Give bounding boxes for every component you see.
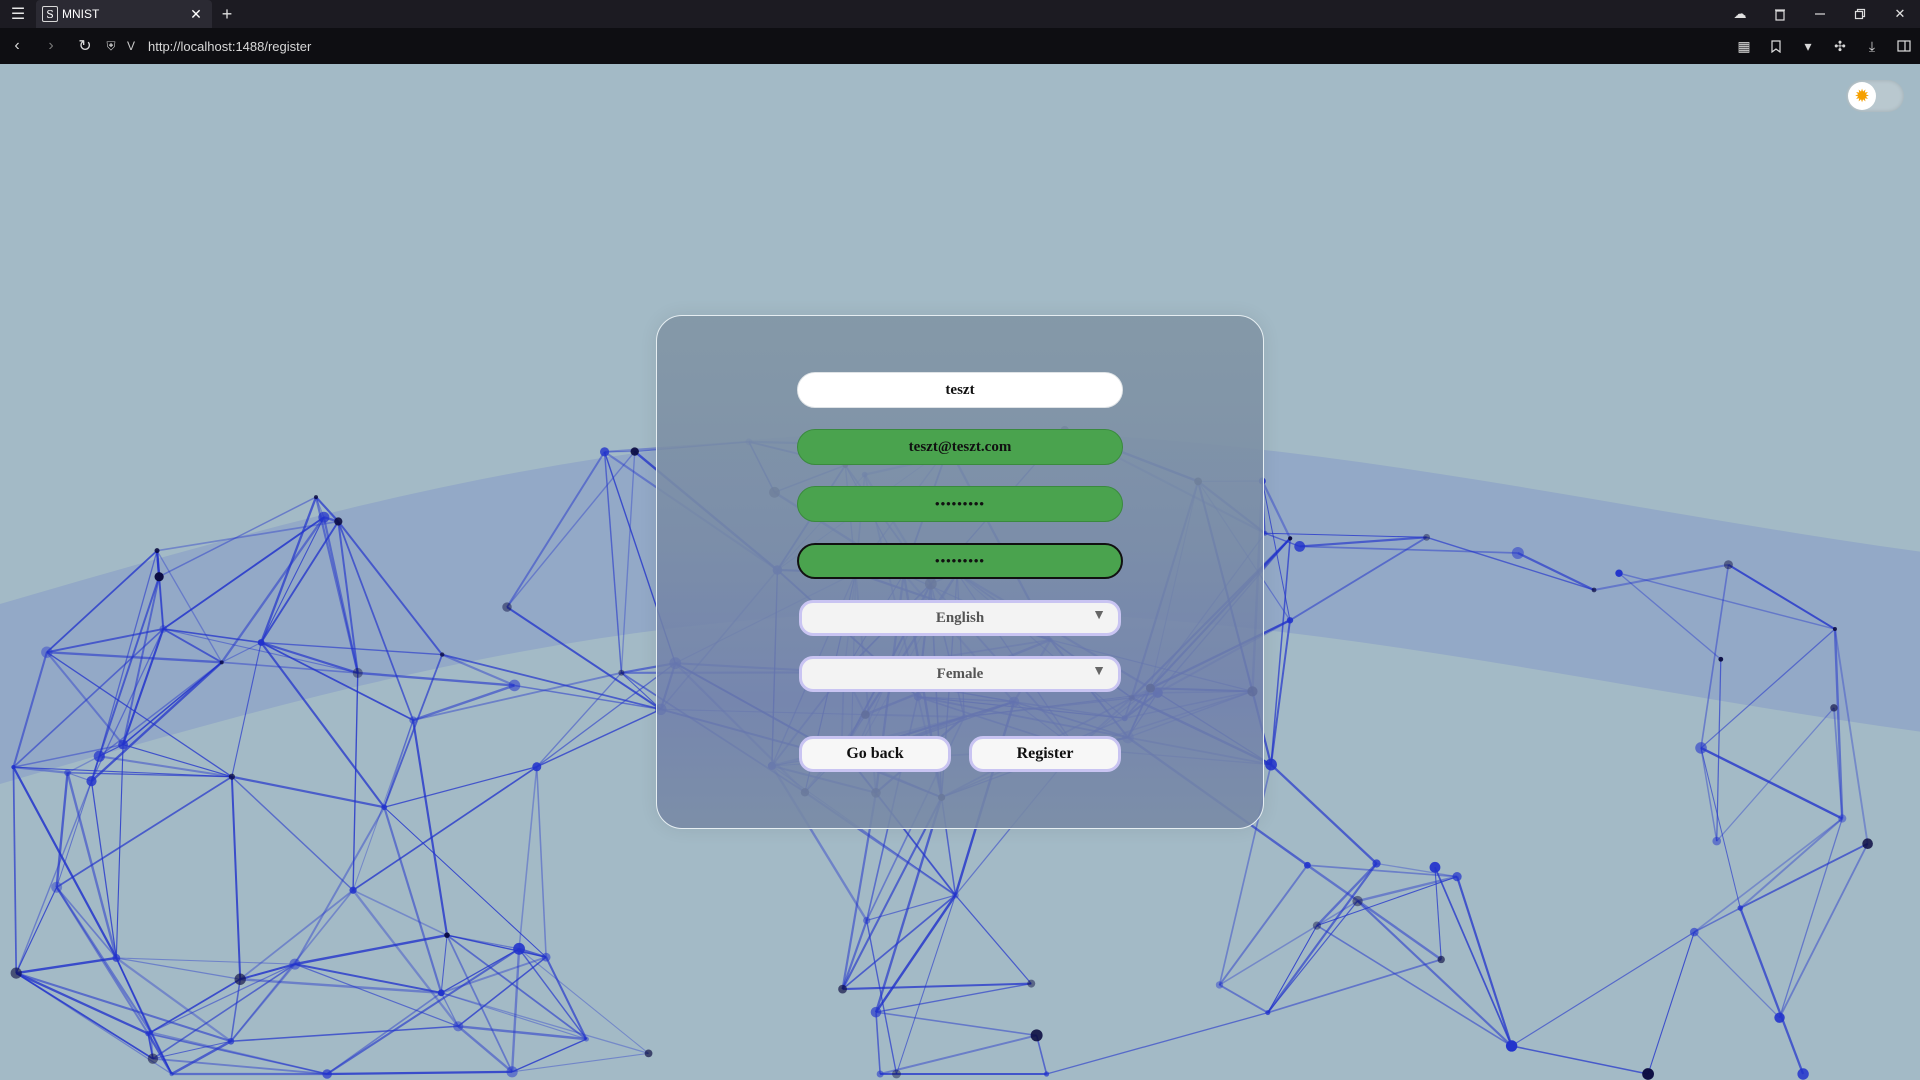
browser-nav-bar: ‹ › ↻ ⛨ V http://localhost:1488/register… bbox=[0, 28, 1920, 64]
email-input[interactable]: teszt@teszt.com bbox=[797, 429, 1123, 465]
reload-icon[interactable]: ↻ bbox=[68, 28, 102, 64]
forward-arrow-icon[interactable]: › bbox=[34, 28, 68, 64]
chevron-down-icon[interactable]: ▾ bbox=[1792, 28, 1824, 64]
register-button[interactable]: Register bbox=[969, 736, 1121, 772]
chevron-down-icon: ▼ bbox=[1092, 664, 1106, 679]
language-value: English bbox=[935, 609, 985, 626]
password-input[interactable]: ••••••••• bbox=[797, 486, 1123, 522]
gender-value: Female bbox=[936, 665, 984, 682]
trash-icon[interactable] bbox=[1760, 0, 1800, 28]
cloud-icon[interactable]: ☁ bbox=[1720, 0, 1760, 28]
address-bar[interactable]: ⛨ V http://localhost:1488/register bbox=[102, 28, 1728, 64]
menu-icon[interactable]: ☰ bbox=[0, 0, 36, 28]
site-favicon-icon: S bbox=[42, 6, 58, 22]
download-icon[interactable]: ⤓ bbox=[1856, 28, 1888, 64]
url-text[interactable]: http://localhost:1488/register bbox=[148, 39, 311, 54]
go-back-button[interactable]: Go back bbox=[799, 736, 951, 772]
theme-toggle[interactable]: ✹ bbox=[1846, 80, 1904, 112]
back-arrow-icon[interactable]: ‹ bbox=[0, 28, 34, 64]
bookmark-icon[interactable] bbox=[1760, 28, 1792, 64]
sidebar-icon[interactable] bbox=[1888, 28, 1920, 64]
register-card: teszt teszt@teszt.com ••••••••• ••••••••… bbox=[656, 315, 1264, 829]
browser-tab[interactable]: S MNIST ✕ bbox=[36, 0, 212, 28]
plus-icon[interactable]: + bbox=[212, 0, 242, 28]
username-input[interactable]: teszt bbox=[797, 372, 1123, 408]
chevron-down-icon: ▼ bbox=[1092, 608, 1106, 623]
tab-title: MNIST bbox=[62, 7, 100, 21]
sun-icon: ✹ bbox=[1848, 82, 1876, 110]
qr-icon[interactable]: ▦ bbox=[1728, 28, 1760, 64]
page: ✹ teszt teszt@teszt.com ••••••••• ••••••… bbox=[0, 64, 1920, 1080]
gender-select[interactable]: Female ▼ bbox=[799, 656, 1121, 692]
minimize-icon[interactable] bbox=[1800, 0, 1840, 28]
close-icon[interactable]: ✕ bbox=[188, 6, 204, 23]
restore-icon[interactable] bbox=[1840, 0, 1880, 28]
browser-tab-bar: ☰ S MNIST ✕ + ☁ ✕ bbox=[0, 0, 1920, 28]
confirm-password-input[interactable]: ••••••••• bbox=[797, 543, 1123, 579]
shield-icon[interactable]: ⛨ bbox=[102, 39, 120, 54]
window-close-icon[interactable]: ✕ bbox=[1880, 0, 1920, 28]
language-select[interactable]: English ▼ bbox=[799, 600, 1121, 636]
v-icon[interactable]: V bbox=[122, 39, 140, 53]
puzzle-icon[interactable]: ✣ bbox=[1824, 28, 1856, 64]
